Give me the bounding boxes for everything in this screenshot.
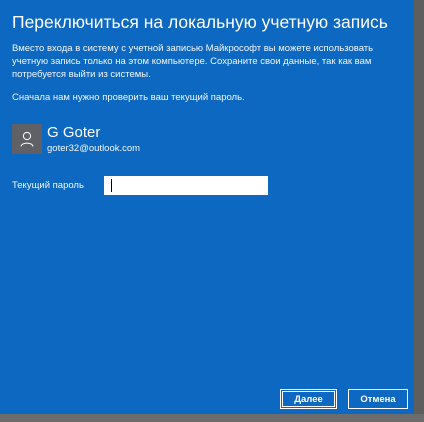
dialog-title: Переключиться на локальную учетную запис… [12, 12, 388, 32]
switch-to-local-account-dialog: Переключиться на локальную учетную запис… [0, 0, 415, 415]
background-edge-bottom [0, 414, 424, 422]
avatar [12, 124, 42, 154]
text-caret [111, 179, 112, 192]
current-password-input[interactable] [104, 176, 268, 195]
current-password-label: Текущий пароль [12, 180, 84, 191]
background-edge-right [414, 0, 424, 422]
dialog-description: Вместо входа в систему с учетной записью… [12, 43, 374, 80]
verify-password-text: Сначала нам нужно проверить ваш текущий … [12, 92, 245, 103]
user-email: goter32@outlook.com [47, 143, 141, 154]
cancel-button[interactable]: Отмена [348, 389, 408, 409]
next-button[interactable]: Далее [280, 389, 337, 409]
user-icon [20, 131, 34, 147]
user-name: G Goter [47, 124, 101, 141]
